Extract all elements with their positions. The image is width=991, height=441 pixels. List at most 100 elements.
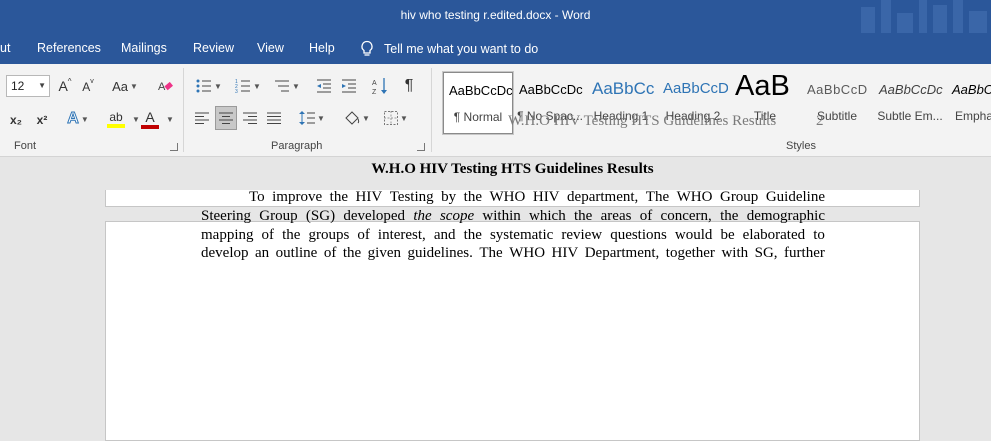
paragraph-dialog-launcher-icon[interactable] (417, 143, 425, 151)
body-word: areas (600, 208, 632, 224)
highlight-color-button[interactable]: ab (100, 108, 132, 130)
style-subtle-emphasis[interactable]: AaBbCcDc Subtle Em... (874, 72, 946, 134)
body-word: with (721, 245, 749, 261)
body-word: HIV (355, 189, 383, 205)
body-word: of (639, 208, 653, 224)
body-word: WHO (676, 189, 713, 205)
tab-references[interactable]: References (37, 41, 101, 55)
group-divider (183, 68, 184, 152)
body-line[interactable]: To improve the HIV Testing by the WHO HIV departm… (249, 189, 825, 206)
subscript-button[interactable]: x₂ (6, 110, 26, 130)
body-line[interactable]: mapping of the groups of interest, and the syste… (201, 227, 825, 244)
tell-me-label: Tell me what you want to do (384, 42, 539, 56)
line-spacing-button[interactable]: ▼ (296, 108, 328, 128)
eraser-icon: A (158, 81, 173, 93)
body-word: would (674, 227, 713, 243)
align-left-button[interactable] (192, 108, 212, 128)
body-word: the (329, 189, 348, 205)
ribbon: 12 ▼ A ^ Av Aa ▼ A x₂ x² A ▼ ab ▼ A ▼ Font … (0, 64, 991, 157)
style-emphasis[interactable]: AaBbCcDc Empha (947, 72, 991, 134)
body-line[interactable]: develop an outline of the given guidelines. The… (201, 245, 825, 262)
justify-button[interactable] (264, 108, 284, 128)
body-word: of (323, 245, 337, 261)
body-word: the (282, 227, 301, 243)
body-word: demographic (746, 208, 825, 224)
body-word: To (249, 189, 265, 205)
style-normal[interactable]: AaBbCcDc ¶ Normal (442, 71, 514, 135)
body-word: review (561, 227, 603, 243)
highlight-dropdown-icon[interactable]: ▼ (132, 115, 140, 124)
borders-icon (384, 111, 399, 125)
tab-mailings[interactable]: Mailings (121, 41, 167, 55)
font-color-dropdown-icon[interactable]: ▼ (166, 115, 174, 124)
body-word: of (357, 227, 370, 243)
ribbon-tabs: ut References Mailings Review View Help … (0, 33, 991, 64)
increase-indent-button[interactable] (339, 76, 359, 96)
body-word: concern, (660, 208, 712, 224)
font-size-value: 12 (11, 79, 25, 93)
grow-font-button[interactable]: A ^ (56, 77, 74, 95)
font-group-label: Font (14, 140, 37, 152)
body-word: WHO (489, 189, 526, 205)
text-effects-button[interactable]: A ▼ (62, 109, 94, 129)
body-word: outline (275, 245, 318, 261)
bullet-list-icon (196, 79, 212, 93)
tell-me-search[interactable]: Tell me what you want to do (360, 39, 538, 59)
tab-help[interactable]: Help (309, 41, 335, 55)
group-divider (431, 68, 432, 152)
font-color-button[interactable]: A (140, 108, 160, 130)
chevron-down-icon: ▼ (38, 81, 46, 90)
tab-view[interactable]: View (257, 41, 284, 55)
body-word: scope (439, 208, 475, 224)
document-title[interactable]: W.H.O HIV Testing HTS Guidelines Results (200, 161, 825, 178)
body-word: given (367, 245, 401, 261)
svg-text:A: A (158, 81, 166, 93)
borders-button[interactable]: ▼ (380, 108, 412, 128)
body-word: questions (610, 227, 667, 243)
body-word: Guideline (765, 189, 825, 205)
numbered-list-icon: 123 (235, 79, 251, 93)
body-word: The (645, 189, 670, 205)
multilevel-list-button[interactable]: ▼ (271, 77, 303, 95)
body-word: Group (719, 189, 759, 205)
body-word: systematic (489, 227, 554, 243)
show-formatting-marks-button[interactable]: ¶ (400, 75, 418, 97)
body-word: HIV (532, 189, 560, 205)
tab-review[interactable]: Review (193, 41, 234, 55)
align-center-button[interactable] (215, 106, 237, 130)
multilevel-list-icon (275, 80, 290, 92)
align-center-icon (219, 112, 233, 124)
body-word: an (254, 245, 270, 261)
shrink-font-button[interactable]: Av (80, 78, 96, 96)
line-spacing-icon (299, 111, 316, 125)
body-word: the (463, 189, 482, 205)
body-word: the (720, 208, 739, 224)
body-word: the (574, 208, 593, 224)
change-case-button[interactable]: Aa ▼ (108, 77, 142, 95)
body-word: to (813, 227, 825, 243)
shading-button[interactable]: ▼ (341, 108, 373, 128)
superscript-button[interactable]: x² (32, 110, 52, 130)
align-right-button[interactable] (240, 108, 260, 128)
style-subtitle[interactable]: AaBbCcD Subtitle (802, 72, 872, 134)
sort-az-icon: AZ (372, 78, 387, 95)
body-word: SG, (754, 245, 778, 261)
clear-formatting-button[interactable]: A (156, 76, 174, 96)
align-left-icon (195, 112, 209, 124)
title-bar-decoration (851, 0, 991, 33)
body-word: develop (201, 245, 249, 261)
tab-layout[interactable]: ut (0, 41, 10, 55)
styles-group-label: Styles (786, 140, 816, 152)
increase-indent-icon (342, 79, 356, 93)
body-word: of (261, 227, 275, 243)
decrease-indent-button[interactable] (314, 76, 334, 96)
title-bar: hiv who testing r.edited.docx - Word (0, 0, 991, 33)
font-size-dropdown[interactable]: 12 ▼ (6, 75, 50, 97)
svg-text:Z: Z (372, 89, 377, 95)
font-dialog-launcher-icon[interactable] (170, 143, 178, 151)
body-word: WHO (509, 245, 546, 261)
sort-button[interactable]: AZ (371, 75, 389, 97)
body-line[interactable]: Steering Group (SG) developed the scope within… (201, 208, 825, 225)
numbering-button[interactable]: 1 2 3 ▼ (232, 77, 264, 95)
bullets-button[interactable]: ▼ (193, 77, 225, 95)
